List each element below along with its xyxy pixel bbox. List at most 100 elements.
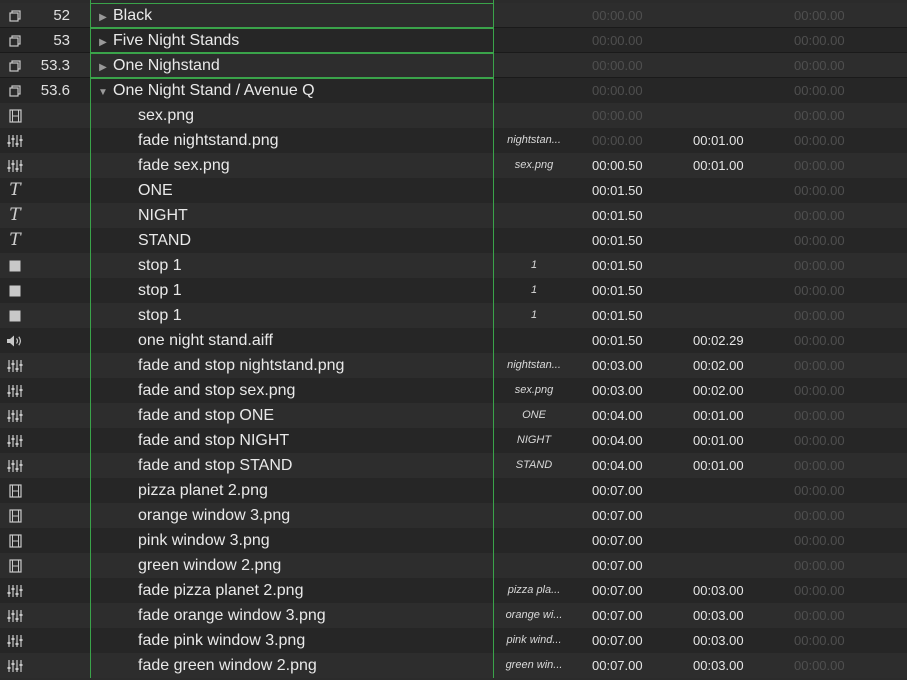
cue-name[interactable]: fade and stop ONE	[138, 403, 538, 428]
video-icon	[0, 528, 30, 553]
cue-row[interactable]: fade orange window 3.png orange wi... 00:0…	[0, 603, 907, 628]
pre-wait: 00:00.50	[592, 158, 643, 173]
cue-row[interactable]: fade pink window 3.png pink wind... 00:07.…	[0, 628, 907, 653]
cue-row[interactable]: stop 1 1 00:01.50 00:00.00	[0, 303, 907, 328]
cue-target	[494, 28, 574, 53]
cue-name[interactable]: ▶ One Nighstand	[92, 53, 492, 78]
group-cue-row[interactable]: 53 ▶ Five Night Stands 00:00.00 00:00.00	[0, 28, 907, 53]
cue-name[interactable]: STAND	[138, 228, 538, 253]
action-duration: 00:01.00	[693, 458, 744, 473]
cue-target	[494, 78, 574, 103]
cue-row[interactable]: T NIGHT 00:01.50 00:00.00	[0, 203, 907, 228]
cue-name[interactable]: fade nightstand.png	[138, 128, 538, 153]
cue-row[interactable]: fade and stop STAND STAND 00:04.00 00:01.00…	[0, 453, 907, 478]
cue-row[interactable]: fade pizza planet 2.png pizza pla... 00:07…	[0, 578, 907, 603]
pre-wait: 00:00.00	[592, 133, 643, 148]
action-duration	[693, 253, 763, 278]
cue-row[interactable]: fade and stop nightstand.png nightstan...…	[0, 353, 907, 378]
post-wait: 00:00.00	[794, 583, 845, 598]
cue-name[interactable]: green window 2.png	[138, 553, 538, 578]
cue-target	[494, 228, 574, 253]
cue-name[interactable]: fade and stop STAND	[138, 453, 538, 478]
cue-name[interactable]: fade orange window 3.png	[138, 603, 538, 628]
cue-name[interactable]: stop 1	[138, 278, 538, 303]
action-duration: 00:02.00	[693, 358, 744, 373]
action-duration	[693, 503, 763, 528]
cue-name[interactable]: NIGHT	[138, 203, 538, 228]
cue-name[interactable]: ▶ Black	[92, 3, 492, 28]
text-icon: T	[9, 180, 21, 200]
group-cue-row[interactable]: 53.6 ▼ One Night Stand / Avenue Q 00:00.00 0…	[0, 78, 907, 103]
cue-name-label: orange window 3.png	[138, 507, 291, 524]
cue-row[interactable]: one night stand.aiff 00:01.50 00:02.29 00:0…	[0, 328, 907, 353]
pre-wait: 00:07.00	[592, 633, 643, 648]
cue-row[interactable]: pizza planet 2.png 00:07.00 00:00.00	[0, 478, 907, 503]
cue-number	[30, 628, 70, 653]
cue-name[interactable]: fade and stop nightstand.png	[138, 353, 538, 378]
cue-row[interactable]: fade and stop sex.png sex.png 00:03.00 00:0…	[0, 378, 907, 403]
cue-target	[494, 203, 574, 228]
cue-name[interactable]: ▶ Five Night Stands	[92, 28, 492, 53]
cue-name[interactable]: fade green window 2.png	[138, 653, 538, 678]
cue-target: sex.png	[514, 384, 554, 396]
fade-icon	[0, 428, 30, 453]
cue-row[interactable]: T ONE 00:01.50 00:00.00	[0, 178, 907, 203]
cue-row[interactable]: green window 2.png 00:07.00 00:00.00	[0, 553, 907, 578]
cue-row[interactable]: stop 1 1 00:01.50 00:00.00	[0, 278, 907, 303]
cue-row[interactable]: sex.png 00:00.00 00:00.00	[0, 103, 907, 128]
pre-wait: 00:07.00	[592, 558, 643, 573]
cue-number	[30, 228, 70, 253]
post-wait: 00:00.00	[794, 433, 845, 448]
cue-name[interactable]: ▼ One Night Stand / Avenue Q	[92, 78, 492, 103]
cue-target	[494, 503, 574, 528]
group-icon	[0, 53, 30, 78]
fade-icon	[0, 403, 30, 428]
cue-number	[30, 103, 70, 128]
cue-target: pink wind...	[506, 634, 562, 646]
cue-row[interactable]: fade and stop NIGHT NIGHT 00:04.00 00:01.00…	[0, 428, 907, 453]
disclosure-collapsed-icon[interactable]: ▶	[96, 30, 110, 55]
pre-wait: 00:01.50	[592, 308, 643, 323]
cue-row[interactable]: fade sex.png sex.png 00:00.50 00:01.00 00:00…	[0, 153, 907, 178]
disclosure-collapsed-icon[interactable]: ▶	[96, 5, 110, 30]
cue-name[interactable]: sex.png	[138, 103, 538, 128]
cue-number	[30, 328, 70, 353]
pre-wait: 00:07.00	[592, 533, 643, 548]
cue-name[interactable]: fade pink window 3.png	[138, 628, 538, 653]
cue-row[interactable]: T STAND 00:01.50 00:00.00	[0, 228, 907, 253]
cue-name-label: One Nighstand	[113, 57, 220, 74]
cue-target	[494, 328, 574, 353]
cue-name[interactable]: one night stand.aiff	[138, 328, 538, 353]
cue-name[interactable]: fade pizza planet 2.png	[138, 578, 538, 603]
cue-number	[30, 528, 70, 553]
cue-number	[30, 278, 70, 303]
action-duration	[693, 53, 763, 78]
group-cue-row[interactable]: 53.3 ▶ One Nighstand 00:00.00 00:00.00	[0, 53, 907, 78]
group-cue-row[interactable]: 52 ▶ Black 00:00.00 00:00.00	[0, 3, 907, 28]
cue-name-label: fade orange window 3.png	[138, 607, 326, 624]
cue-name[interactable]: fade and stop sex.png	[138, 378, 538, 403]
cue-number	[30, 128, 70, 153]
cue-name[interactable]: fade sex.png	[138, 153, 538, 178]
cue-name-label: sex.png	[138, 107, 195, 124]
cue-row[interactable]: stop 1 1 00:01.50 00:00.00	[0, 253, 907, 278]
cue-name[interactable]: pizza planet 2.png	[138, 478, 538, 503]
post-wait: 00:00.00	[794, 83, 845, 98]
cue-target	[494, 103, 574, 128]
cue-name[interactable]: ONE	[138, 178, 538, 203]
cue-name[interactable]: fade and stop NIGHT	[138, 428, 538, 453]
cue-row[interactable]: orange window 3.png 00:07.00 00:00.00	[0, 503, 907, 528]
cue-row[interactable]: fade and stop ONE ONE 00:04.00 00:01.00 00:0…	[0, 403, 907, 428]
disclosure-collapsed-icon[interactable]: ▶	[96, 55, 110, 80]
cue-row[interactable]: pink window 3.png 00:07.00 00:00.00	[0, 528, 907, 553]
cue-name[interactable]: stop 1	[138, 303, 538, 328]
cue-name[interactable]: orange window 3.png	[138, 503, 538, 528]
pre-wait: 00:00.00	[592, 58, 643, 73]
cue-name[interactable]: pink window 3.png	[138, 528, 538, 553]
cue-number	[30, 453, 70, 478]
cue-name[interactable]: stop 1	[138, 253, 538, 278]
cue-row[interactable]: fade nightstand.png nightstan... 00:00.00 0…	[0, 128, 907, 153]
cue-number	[30, 503, 70, 528]
cue-row[interactable]: fade green window 2.png green win... 00:07…	[0, 653, 907, 678]
disclosure-expanded-icon[interactable]: ▼	[96, 80, 110, 105]
